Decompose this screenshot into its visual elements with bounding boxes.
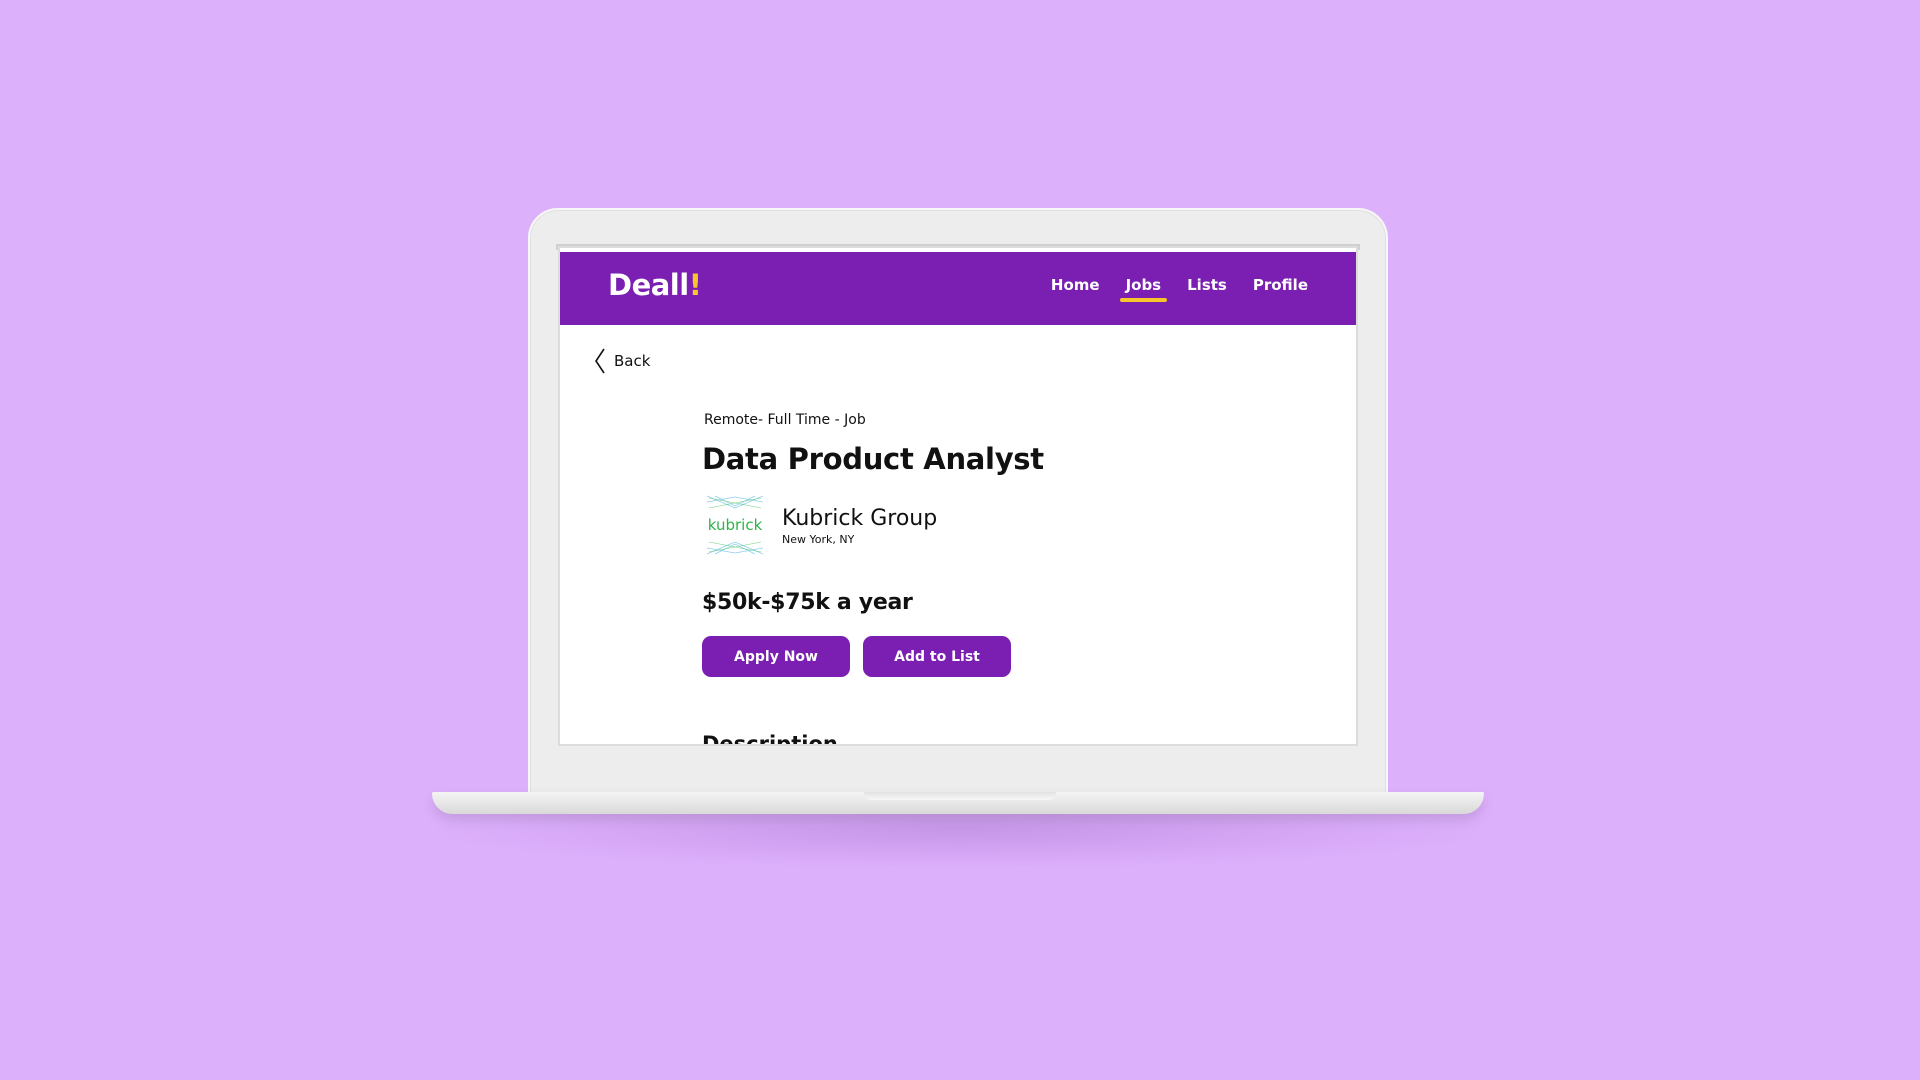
main-nav: Home Jobs Lists Profile — [1051, 276, 1308, 302]
company-logo-text: kubrick — [708, 516, 763, 534]
company-location: New York, NY — [782, 533, 855, 546]
job-type-line: Remote- Full Time - Job — [704, 412, 866, 428]
laptop-notch — [864, 792, 1056, 800]
description-heading: Description — [702, 732, 838, 746]
apply-now-button[interactable]: Apply Now — [702, 636, 850, 677]
app-screen: Deall! Home Jobs Lists Profile Back Remo… — [558, 246, 1358, 746]
brand-logo[interactable]: Deall! — [608, 268, 702, 302]
brand-logo-text: Deall — [608, 268, 689, 302]
nav-jobs[interactable]: Jobs — [1119, 276, 1167, 302]
company-logo-graphic: kubrick — [706, 495, 764, 555]
job-title: Data Product Analyst — [702, 442, 1044, 476]
salary-range: $50k-$75k a year — [702, 590, 913, 615]
brand-logo-accent: ! — [688, 268, 702, 302]
back-link[interactable]: Back — [594, 348, 650, 374]
chevron-left-icon — [595, 348, 605, 374]
nav-profile[interactable]: Profile — [1253, 276, 1308, 300]
company-name[interactable]: Kubrick Group — [782, 506, 937, 531]
back-label: Back — [614, 352, 651, 370]
nav-lists[interactable]: Lists — [1187, 276, 1227, 300]
add-to-list-button[interactable]: Add to List — [863, 636, 1011, 677]
nav-home[interactable]: Home — [1051, 276, 1100, 300]
top-navbar: Deall! Home Jobs Lists Profile — [560, 252, 1356, 325]
company-logo: kubrick — [705, 494, 765, 556]
